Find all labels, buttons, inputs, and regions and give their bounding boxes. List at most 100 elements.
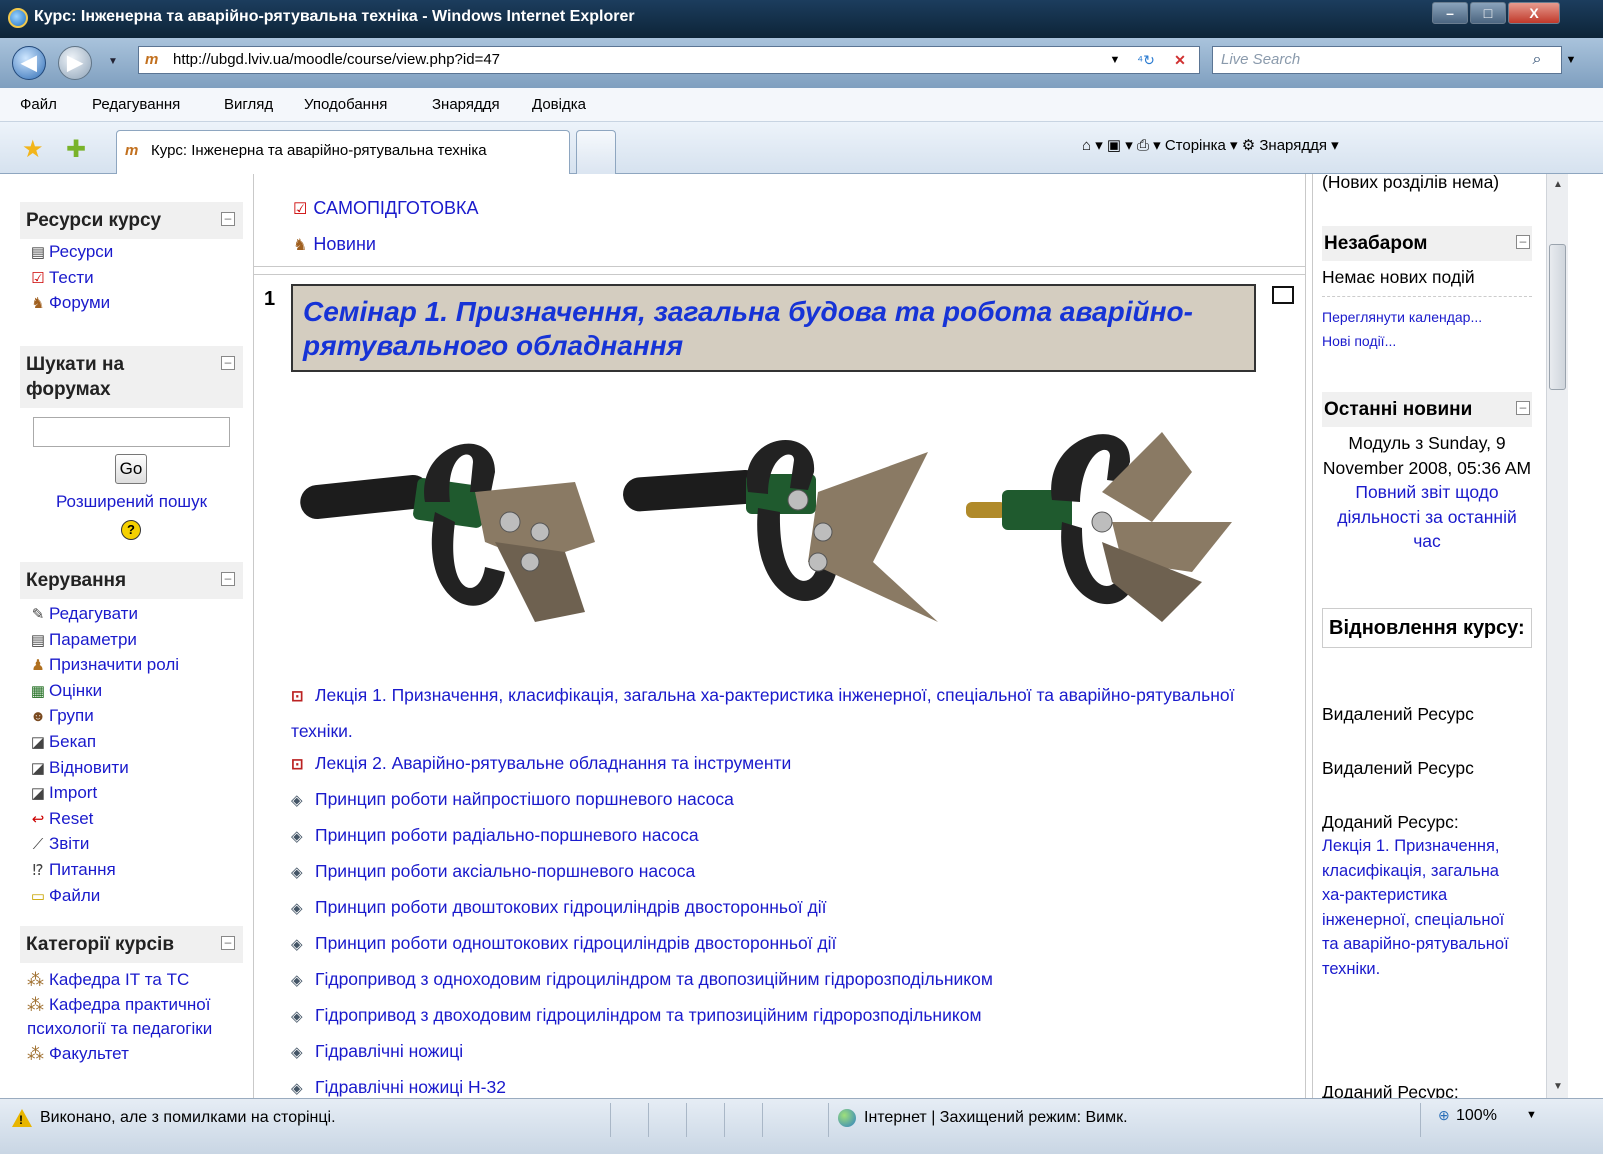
sidebar-item-tests[interactable]: ☑ Тести xyxy=(27,266,243,292)
menu-tools[interactable]: Знаряддя xyxy=(432,96,500,113)
collapse-toggle-icon[interactable]: – xyxy=(221,572,235,586)
list-item[interactable]: ⊡ Лекція 1. Призначення, класифікація, за… xyxy=(291,678,1281,746)
search-icon[interactable]: ⌕ xyxy=(1522,48,1552,72)
roles-icon: ♟ xyxy=(31,657,45,675)
minimize-button[interactable]: – xyxy=(1432,2,1468,24)
menu-edit[interactable]: Редагування xyxy=(92,96,180,113)
new-event-link[interactable]: Нові події... xyxy=(1322,329,1532,353)
admin-item-files[interactable]: ▭ Файли xyxy=(27,884,243,910)
administration-block: Керування – ✎ Редагувати ▤ Параметри ♟ Приз… xyxy=(20,562,243,909)
internet-globe-icon xyxy=(838,1109,856,1127)
flash-animation-icon: ◈ xyxy=(291,828,303,845)
admin-item-roles[interactable]: ♟ Призначити ролі xyxy=(27,653,243,679)
scrollbar-thumb[interactable] xyxy=(1549,244,1566,390)
go-button[interactable]: Go xyxy=(115,454,147,484)
category-item[interactable]: ⁂ Факультет xyxy=(27,1042,243,1067)
menu-favorites[interactable]: Уподобання xyxy=(304,96,387,113)
forum-search-input[interactable] xyxy=(33,417,230,447)
add-favorite-icon[interactable]: ✚ xyxy=(66,135,86,164)
collapse-toggle-icon[interactable]: – xyxy=(1516,235,1530,249)
collapse-toggle-icon[interactable]: – xyxy=(221,212,235,226)
list-item[interactable]: ◈ Принцип роботи двоштокових гідроциліндр… xyxy=(291,890,1281,926)
admin-item-reset[interactable]: ↩ Reset xyxy=(27,807,243,833)
maximize-button[interactable]: □ xyxy=(1470,2,1506,24)
warning-icon[interactable]: ! xyxy=(12,1109,32,1127)
top-links: ☑ САМОПІДГОТОВКА ♞ Новини xyxy=(293,191,479,263)
forward-button[interactable]: ▶ xyxy=(58,46,92,80)
no-new-sections-text: (Нових розділів нема) xyxy=(1322,174,1500,192)
tab-active-course[interactable]: m Курс: Інженерна та аварійно-рятувальна… xyxy=(116,130,570,174)
forum-search-block: Шукати на форумах – Go Розширений пошук … xyxy=(20,346,243,548)
back-button[interactable]: ◀ xyxy=(12,46,46,80)
collapse-toggle-icon[interactable]: – xyxy=(221,356,235,370)
admin-item-edit[interactable]: ✎ Редагувати xyxy=(27,602,243,628)
admin-item-settings[interactable]: ▤ Параметри xyxy=(27,628,243,654)
flash-animation-icon: ◈ xyxy=(291,1008,303,1025)
status-divider xyxy=(1420,1103,1421,1137)
vertical-scrollbar[interactable]: ▲ ▼ xyxy=(1546,174,1568,1098)
list-item[interactable]: ◈ Принцип роботи найпростішого поршневого… xyxy=(291,782,1281,818)
list-item[interactable]: ◈ Гідравлічні ножиці Н-32 xyxy=(291,1070,1281,1098)
flash-animation-icon: ◈ xyxy=(291,936,303,953)
scroll-down-icon[interactable]: ▼ xyxy=(1547,1078,1569,1096)
collapse-toggle-icon[interactable]: – xyxy=(1516,401,1530,415)
admin-item-questions[interactable]: ⁉ Питання xyxy=(27,858,243,884)
refresh-icon[interactable]: ⁴↻ xyxy=(1132,49,1160,71)
list-item[interactable]: ◈ Принцип роботи радіально-поршневого нас… xyxy=(291,818,1281,854)
list-item[interactable]: ◈ Принцип роботи аксіально-поршневого нас… xyxy=(291,854,1281,890)
zoom-level[interactable]: 100% xyxy=(1456,1107,1497,1125)
sidebar-item-forums[interactable]: ♞ Форуми xyxy=(27,291,243,317)
collapse-toggle-icon[interactable]: – xyxy=(221,936,235,950)
advanced-search-link[interactable]: Розширений пошук xyxy=(20,492,243,512)
list-item[interactable]: ◈ Принцип роботи одноштокових гідроцилінд… xyxy=(291,926,1281,962)
block-title: Ресурси курсу – xyxy=(20,202,243,239)
admin-item-import[interactable]: ◪ Import xyxy=(27,781,243,807)
admin-item-restore[interactable]: ◪ Відновити xyxy=(27,756,243,782)
menu-help[interactable]: Довідка xyxy=(532,96,586,113)
command-bar[interactable]: ⌂ ▾ ▣ ▾ ⎙ ▾ Сторінка ▾ ⚙ Знаряддя ▾ xyxy=(1082,136,1339,154)
latest-news-block: Останні новини – Модуль з Sunday, 9 Nove… xyxy=(1322,392,1532,554)
category-item[interactable]: ⁂ Кафедра практичної психології та педаго… xyxy=(27,993,243,1042)
forum-people-icon: ♞ xyxy=(293,237,308,254)
upcoming-events-block: Незабаром – Немає нових подій Переглянут… xyxy=(1322,226,1532,353)
list-item[interactable]: ◈ Гідропривод з двоходовим гідроциліндром… xyxy=(291,998,1281,1034)
category-icon: ⁂ xyxy=(27,1043,44,1063)
category-item[interactable]: ⁂ Кафедра ІТ та ТС xyxy=(27,968,243,993)
list-item[interactable]: ⊡ Лекція 2. Аварійно-рятувальне обладнанн… xyxy=(291,746,1281,782)
stop-icon[interactable]: ✕ xyxy=(1166,49,1194,71)
list-item[interactable]: ◈ Гідравлічні ножиці xyxy=(291,1034,1281,1070)
added-resource-link[interactable]: Лекція 1. Призначення, класифікація, заг… xyxy=(1322,834,1522,982)
address-input[interactable]: m http://ubgd.lviv.ua/moodle/course/view… xyxy=(138,46,1200,74)
hydraulic-cutter-spreader-image xyxy=(966,432,1232,622)
admin-item-grades[interactable]: ▦ Оцінки xyxy=(27,679,243,705)
live-search-input[interactable]: Live Search xyxy=(1212,46,1562,74)
full-report-link[interactable]: Повний звіт щодо діяльності за останній … xyxy=(1322,480,1532,554)
self-study-link[interactable]: ☑ САМОПІДГОТОВКА xyxy=(293,191,479,227)
tab-bar: ★ ✚ m Курс: Інженерна та аварійно-рятува… xyxy=(0,122,1603,174)
status-message: Виконано, але з помилками на сторінці. xyxy=(40,1109,336,1126)
calendar-link[interactable]: Переглянути календар... xyxy=(1322,305,1532,329)
favorites-star-icon[interactable]: ★ xyxy=(22,135,44,164)
block-title: Шукати на форумах – xyxy=(20,346,243,408)
menu-file[interactable]: Файл xyxy=(20,96,57,113)
quiz-check-icon: ☑ xyxy=(31,269,45,287)
menu-view[interactable]: Вигляд xyxy=(224,96,273,113)
admin-item-groups[interactable]: ☻ Групи xyxy=(27,704,243,730)
history-dropdown-icon[interactable]: ▼ xyxy=(108,56,118,67)
news-link[interactable]: ♞ Новини xyxy=(293,227,479,263)
admin-item-backup[interactable]: ◪ Бекап xyxy=(27,730,243,756)
list-item[interactable]: ◈ Гідропривод з одноходовим гідроциліндро… xyxy=(291,962,1281,998)
help-icon[interactable]: ? xyxy=(121,520,141,540)
search-dropdown-icon[interactable]: ▼ xyxy=(1560,49,1582,71)
sidebar-item-resources[interactable]: ▤ Ресурси xyxy=(27,240,243,266)
new-tab-button[interactable] xyxy=(576,130,616,174)
address-dropdown-icon[interactable]: ▼ xyxy=(1104,49,1126,71)
admin-item-reports[interactable]: ⟋ Звіти xyxy=(27,832,243,858)
window-title: Курс: Інженерна та аварійно-рятувальна т… xyxy=(34,8,635,25)
scroll-up-icon[interactable]: ▲ xyxy=(1547,176,1569,194)
settings-document-icon: ▤ xyxy=(30,631,46,649)
close-button[interactable]: X xyxy=(1508,2,1560,24)
section-highlight-toggle[interactable] xyxy=(1272,286,1294,304)
zoom-dropdown-icon[interactable]: ▼ xyxy=(1526,1109,1537,1121)
quiz-check-icon: ☑ xyxy=(293,201,308,218)
